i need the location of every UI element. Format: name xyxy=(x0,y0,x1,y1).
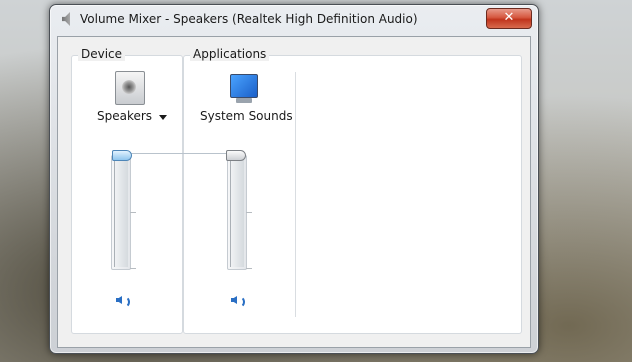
slider-tick xyxy=(246,212,252,213)
speaker-icon[interactable] xyxy=(115,71,145,105)
device-volume-slider[interactable] xyxy=(111,155,136,270)
speaker-cone-icon xyxy=(231,296,237,304)
slider-tick xyxy=(130,212,136,213)
monitor-stand-icon xyxy=(236,98,252,103)
volume-mixer-window: Volume Mixer - Speakers (Realtek High De… xyxy=(49,4,539,354)
window-title: Volume Mixer - Speakers (Realtek High De… xyxy=(80,12,418,26)
device-volume-thumb[interactable] xyxy=(112,150,132,161)
chevron-down-icon[interactable] xyxy=(159,115,167,120)
device-name-label[interactable]: Speakers xyxy=(97,109,152,123)
device-slider-fill xyxy=(114,158,128,267)
app-slider-fill xyxy=(230,158,244,267)
device-mute-icon[interactable] xyxy=(116,294,130,308)
app-volume-thumb[interactable] xyxy=(226,150,246,161)
monitor-icon xyxy=(230,74,258,98)
applications-group-label: Applications xyxy=(190,47,270,61)
slider-link-line xyxy=(131,153,234,154)
title-bar[interactable]: Volume Mixer - Speakers (Realtek High De… xyxy=(50,5,538,33)
app-mute-icon[interactable] xyxy=(231,294,245,308)
app-name-label: System Sounds xyxy=(200,109,293,123)
app-volume-slider[interactable] xyxy=(227,155,252,270)
mixer-content: Device Applications Speakers System Soun… xyxy=(57,36,531,348)
app-separator xyxy=(295,72,296,317)
speaker-cone-icon xyxy=(116,296,122,304)
slider-tick xyxy=(246,268,252,269)
slider-tick xyxy=(130,268,136,269)
device-group-label: Device xyxy=(78,47,126,61)
close-button[interactable]: ✕ xyxy=(486,8,532,29)
speaker-small-icon xyxy=(62,12,70,26)
